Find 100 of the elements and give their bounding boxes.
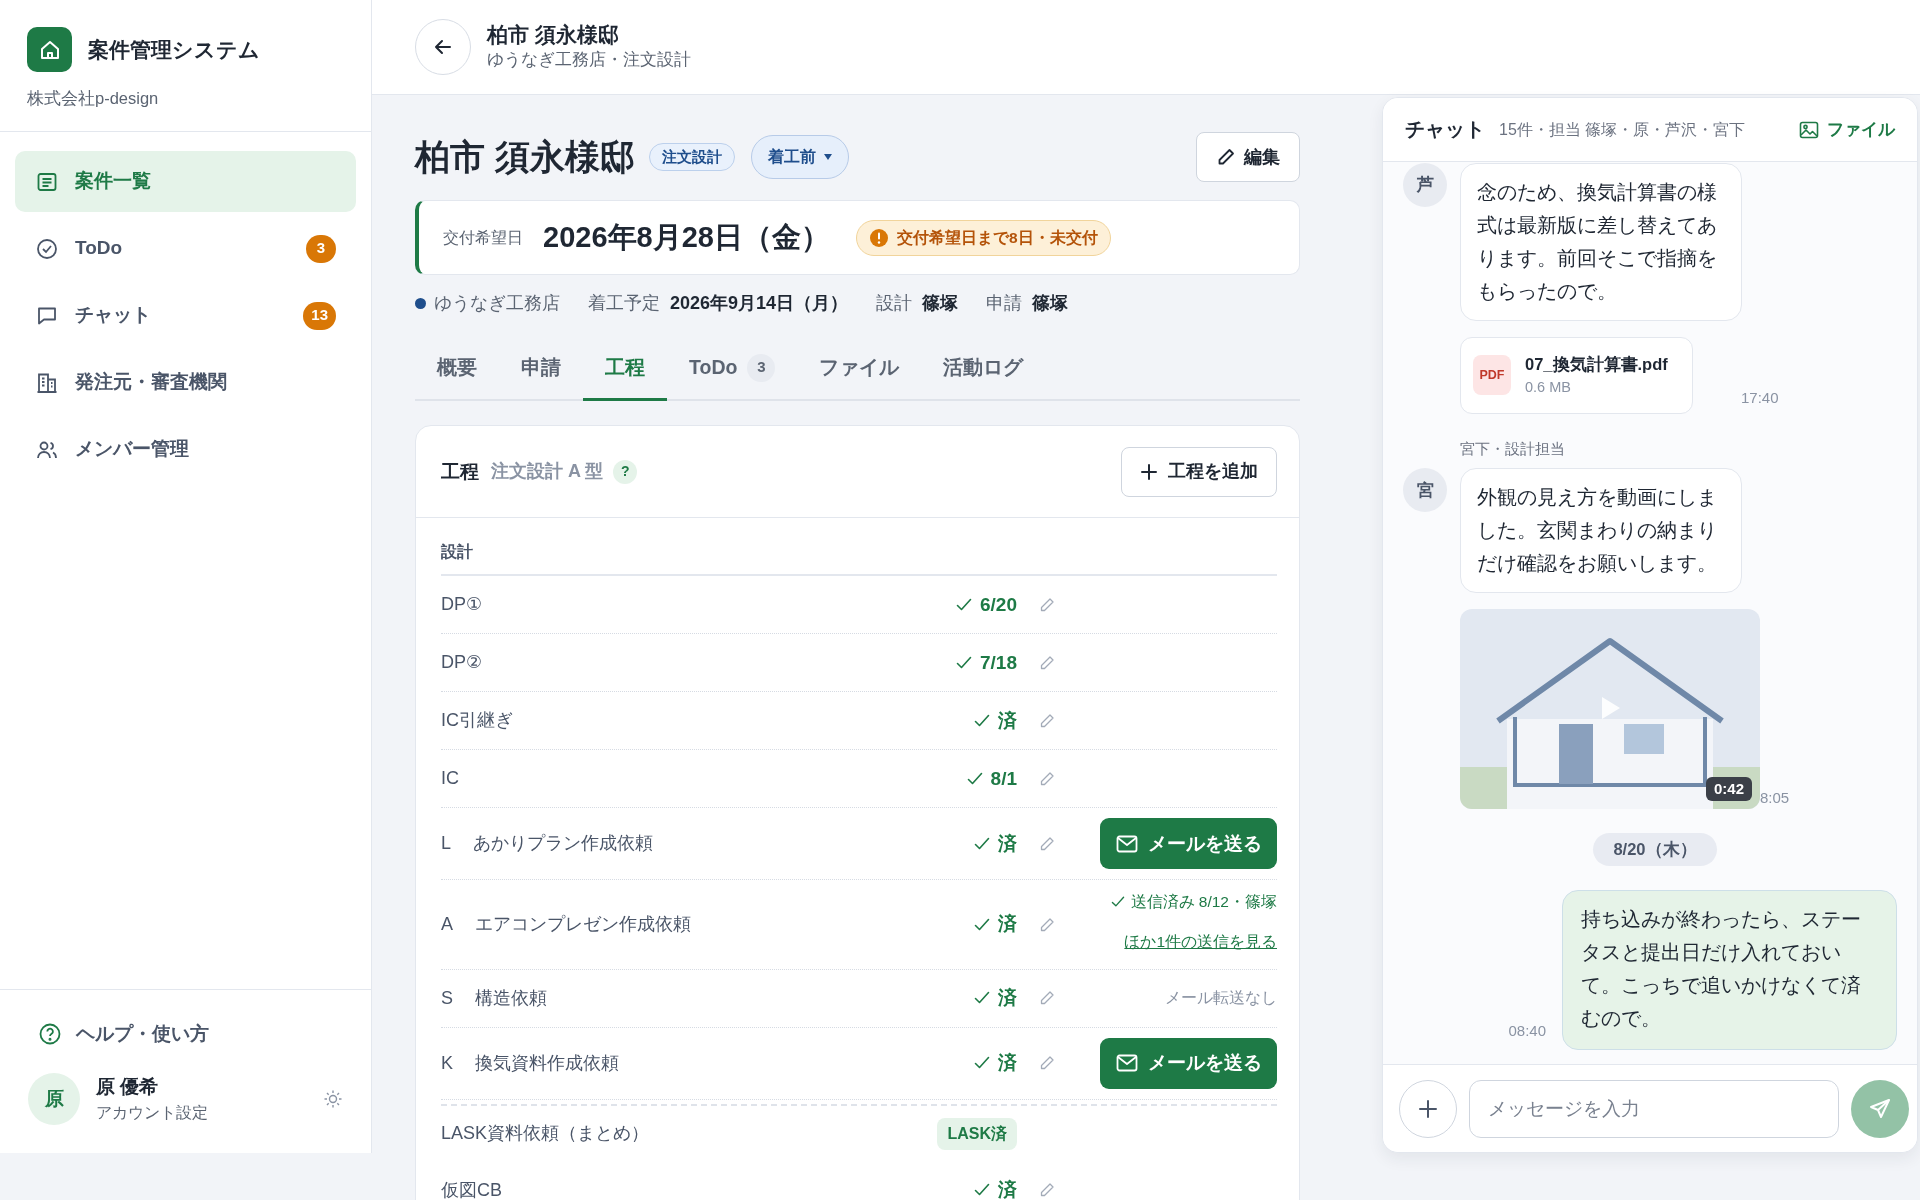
app-title: 案件管理システム: [88, 36, 260, 63]
sidebar-item[interactable]: 発注元・審査機関: [15, 352, 356, 413]
step-name: DP①: [441, 593, 483, 617]
status-dropdown[interactable]: 着工前: [750, 135, 849, 179]
file-size: 0.6 MB: [1525, 377, 1572, 397]
pencil-icon[interactable]: [1039, 916, 1055, 933]
project-title: 柏市 須永様邸: [415, 136, 635, 178]
help-badge[interactable]: ?: [613, 459, 638, 484]
count-badge: 3: [747, 353, 776, 382]
company-name: ゆうなぎ工務店: [434, 292, 560, 315]
template-name: 注文設計 A 型: [491, 460, 604, 484]
help-link[interactable]: ヘルプ・使い方: [28, 1020, 343, 1049]
step-name: 換気資料作成依頼: [475, 1051, 619, 1075]
step-name: 仮図CB: [441, 1178, 502, 1200]
send-mail-button[interactable]: メールを送る: [1100, 1037, 1277, 1089]
sender-avatar: 芦: [1403, 162, 1447, 207]
image-icon: [1799, 120, 1819, 139]
step-name: IC: [441, 767, 459, 791]
warning-badge: 交付希望日まで8日・未交付: [855, 219, 1111, 256]
user-name: 原 優希: [96, 1074, 160, 1099]
tab[interactable]: 概要: [415, 340, 499, 402]
field-value: 篠塚: [1032, 292, 1069, 315]
delivery-label: 交付希望日: [443, 227, 523, 248]
step-code: L: [441, 832, 451, 856]
pencil-icon[interactable]: [1039, 770, 1055, 787]
history-link[interactable]: ほか1件の送信を見る: [1124, 929, 1277, 953]
page-subtitle: ゆうなぎ工務店・注文設計: [487, 49, 691, 71]
pencil-icon[interactable]: [1039, 835, 1055, 852]
message-time: 17:40: [1741, 388, 1779, 409]
files-link[interactable]: ファイル: [1799, 116, 1895, 143]
file-attachment[interactable]: PDF 07_換気計算書.pdf 0.6 MB: [1460, 336, 1693, 414]
sidebar-item[interactable]: チャット 13: [15, 285, 356, 346]
send-icon: [1868, 1096, 1892, 1121]
page-title: 柏市 須永様邸: [487, 22, 620, 48]
step-name: あかりプラン作成依頼: [473, 832, 653, 856]
pencil-icon[interactable]: [1039, 596, 1055, 613]
sidebar-item[interactable]: メンバー管理: [15, 419, 356, 480]
mail-note: メール転送なし: [1165, 988, 1277, 1009]
sender-avatar: 宮: [1403, 468, 1447, 513]
help-icon: [38, 1022, 62, 1047]
tab[interactable]: 活動ログ: [921, 340, 1046, 402]
pencil-icon[interactable]: [1039, 654, 1055, 671]
pencil-icon[interactable]: [1039, 712, 1055, 729]
step-code: K: [441, 1051, 453, 1075]
sun-icon[interactable]: [323, 1088, 343, 1109]
plus-icon: [1140, 462, 1158, 481]
send-mail-button[interactable]: メールを送る: [1100, 818, 1277, 870]
step-name: IC引継ぎ: [441, 709, 513, 733]
pencil-icon[interactable]: [1039, 1182, 1055, 1199]
step-status: 済: [998, 708, 1017, 733]
tab[interactable]: 申請: [499, 340, 583, 402]
field-label: 着工予定: [588, 292, 660, 315]
message-input[interactable]: メッセージを入力: [1469, 1079, 1839, 1138]
step-name: LASK資料依頼（まとめ）: [441, 1122, 650, 1146]
pencil-icon[interactable]: [1039, 990, 1055, 1007]
pencil-icon: [1216, 147, 1236, 167]
count-badge: 13: [303, 301, 336, 330]
delivery-date: 2026年8月28日（金）: [543, 219, 830, 255]
account-settings-link[interactable]: アカウント設定: [96, 1101, 307, 1125]
sidebar-item[interactable]: 案件一覧: [15, 151, 356, 212]
step-status: 済: [998, 1051, 1017, 1075]
step-status: 6/20: [980, 592, 1017, 617]
pencil-icon[interactable]: [1039, 1055, 1055, 1072]
step-name: エアコンプレゼン作成依頼: [475, 913, 691, 936]
section-heading: 設計: [441, 518, 1277, 577]
edit-button[interactable]: 編集: [1196, 132, 1300, 182]
add-step-button[interactable]: 工程を追加: [1121, 446, 1277, 497]
sidebar-item[interactable]: ToDo 3: [15, 218, 356, 279]
file-type-badge: PDF: [1473, 355, 1511, 396]
type-tag: 注文設計: [648, 142, 735, 172]
field-value: 篠塚: [922, 292, 959, 315]
check-icon: [956, 655, 972, 670]
company-name: 株式会社p-design: [27, 88, 160, 109]
field-label: 設計: [876, 292, 913, 315]
chat-summary: 15件・担当 篠塚・原・芦沢・宮下: [1499, 119, 1746, 140]
card-title: 工程: [441, 459, 479, 484]
check-icon: [974, 917, 990, 932]
message-time: 8:05: [1760, 787, 1790, 808]
tab[interactable]: ToDo 3: [667, 340, 798, 402]
step-name: DP②: [441, 651, 483, 675]
check-icon: [974, 713, 990, 728]
check-icon: [966, 771, 983, 786]
check-icon: [974, 1183, 990, 1198]
step-name: 構造依頼: [475, 986, 547, 1010]
step-status: 済: [998, 986, 1017, 1010]
back-button[interactable]: [415, 19, 471, 75]
step-status: 8/1: [990, 766, 1017, 791]
user-avatar: 原: [28, 1072, 80, 1125]
message-bubble: 念のため、換気計算書の様式は最新版に差し替えてあります。前回そこで指摘をもらったので。: [1460, 162, 1742, 321]
envelope-icon: [1115, 1054, 1138, 1073]
step-status: 済: [998, 1178, 1017, 1200]
file-name: 07_換気計算書.pdf: [1525, 354, 1668, 375]
message-time: 08:40: [1508, 1020, 1546, 1041]
status-tag: LASK済: [937, 1117, 1017, 1150]
warning-icon: [868, 227, 889, 248]
tab[interactable]: ファイル: [797, 340, 922, 402]
field-label: 申請: [986, 292, 1023, 315]
tab[interactable]: 工程: [583, 340, 667, 402]
count-badge: 3: [306, 234, 336, 263]
date-separator: 8/20（木）: [1593, 833, 1717, 866]
